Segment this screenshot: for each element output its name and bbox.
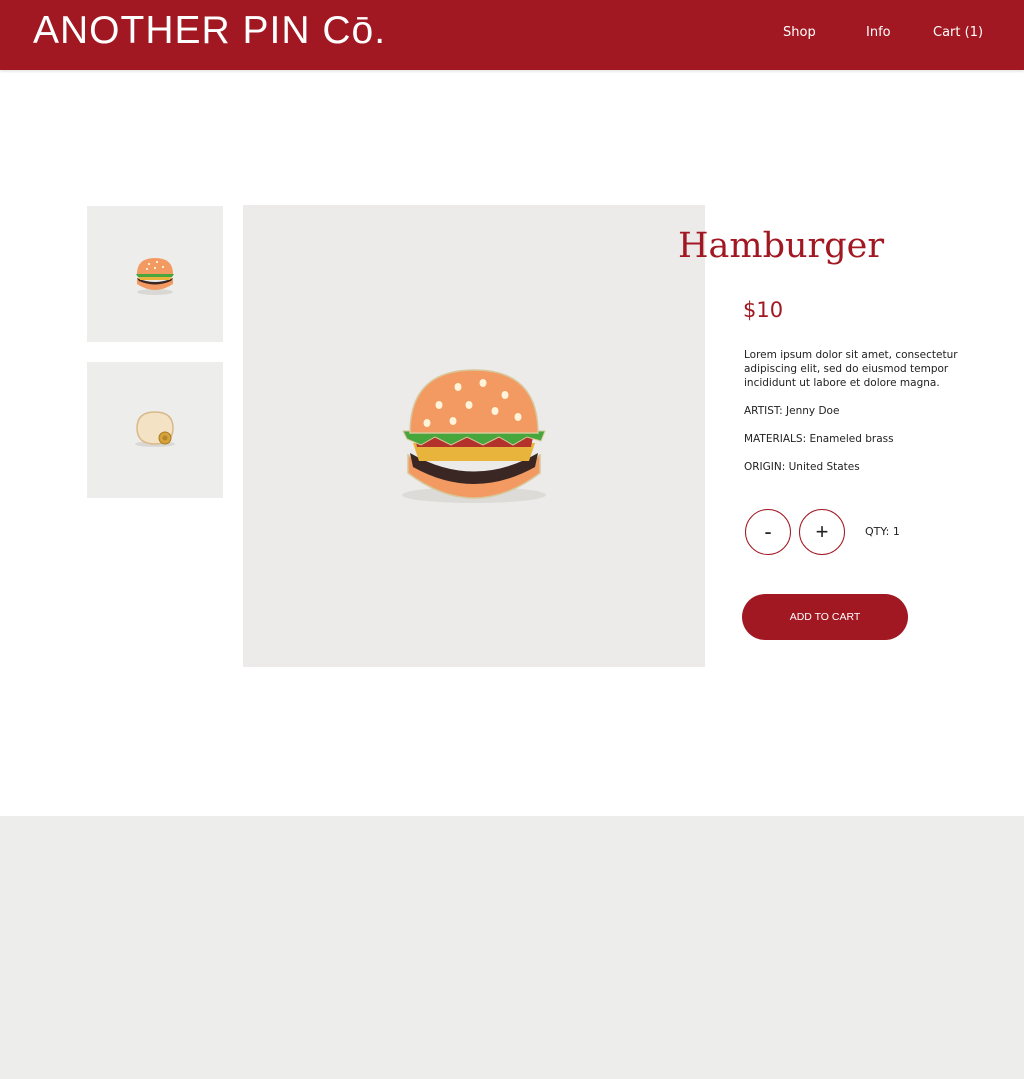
- thumbnail-back[interactable]: [87, 362, 223, 498]
- product-description: Lorem ipsum dolor sit amet, consectetur …: [744, 349, 958, 389]
- quantity-increase-button[interactable]: +: [799, 509, 845, 555]
- product-main-image: [243, 205, 705, 667]
- product-price: $10: [743, 298, 784, 322]
- add-to-cart-button[interactable]: ADD TO CART: [742, 594, 908, 640]
- quantity-label: QTY: 1: [865, 525, 900, 538]
- product-origin: ORIGIN: United States: [744, 461, 860, 473]
- product-title: Hamburger: [678, 226, 885, 266]
- page-footer: [0, 816, 1024, 1079]
- quantity-decrease-button[interactable]: -: [745, 509, 791, 555]
- hamburger-pin-back-thumbnail-image: [135, 411, 175, 447]
- product-artist: ARTIST: Jenny Doe: [744, 405, 840, 417]
- product-materials: MATERIALS: Enameled brass: [744, 433, 894, 445]
- nav-shop-link[interactable]: Shop: [783, 25, 816, 40]
- site-logo[interactable]: ANOTHER PIN Cō.: [33, 9, 386, 53]
- nav-cart-link[interactable]: Cart (1): [933, 25, 983, 40]
- thumbnail-front[interactable]: [87, 206, 223, 342]
- hamburger-pin-main-image: [402, 369, 546, 503]
- nav-info-link[interactable]: Info: [866, 25, 891, 40]
- hamburger-pin-front-thumbnail-image: [136, 258, 174, 295]
- site-header: ANOTHER PIN Cō. Shop Info Cart (1): [0, 0, 1024, 70]
